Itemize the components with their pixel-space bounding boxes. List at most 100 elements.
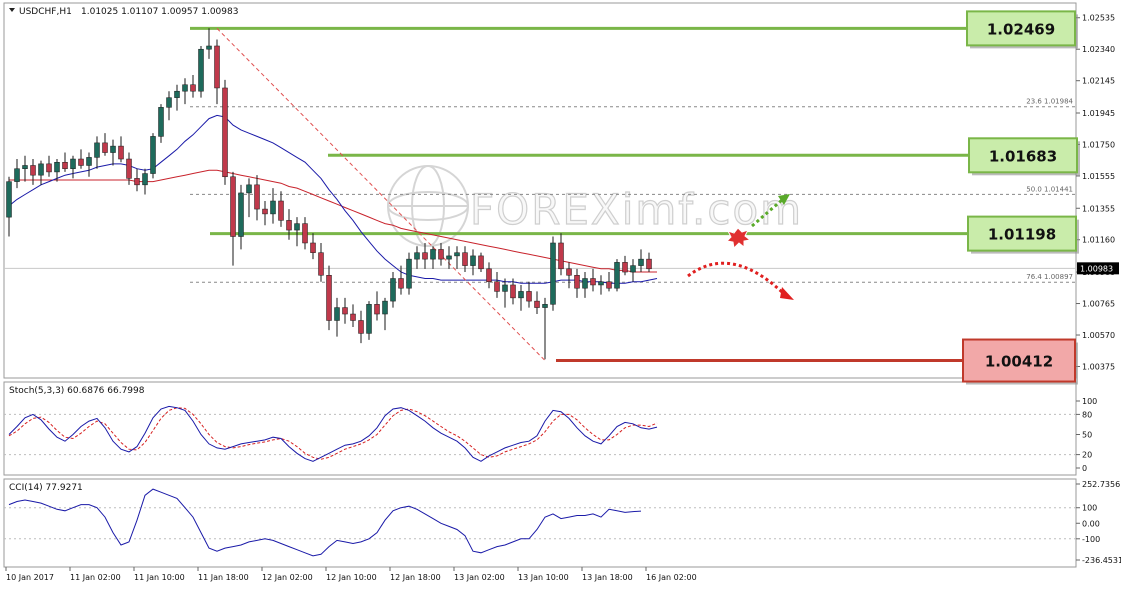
candle-body bbox=[494, 281, 500, 292]
candle-body bbox=[94, 142, 100, 158]
candle-body bbox=[518, 291, 524, 299]
cci-axis-label: -236.4531 bbox=[1082, 556, 1121, 565]
time-axis-label: 13 Jan 02:00 bbox=[454, 573, 505, 582]
candle-body bbox=[342, 307, 348, 315]
cci-axis-label: 0.00 bbox=[1082, 519, 1100, 528]
candle-body bbox=[214, 45, 220, 89]
candle-body bbox=[478, 255, 484, 270]
chart-canvas[interactable]: FOREXimf.com 1.025351.023401.021451.0194… bbox=[0, 0, 1121, 588]
candle-body bbox=[246, 184, 252, 194]
key-level-label: 1.01198 bbox=[988, 226, 1056, 244]
key-level-label: 1.01683 bbox=[989, 147, 1057, 165]
candle-body bbox=[182, 84, 188, 92]
candle-body bbox=[118, 145, 124, 160]
stochastic-axis-label: 0 bbox=[1082, 464, 1087, 473]
candle-body bbox=[406, 258, 412, 289]
candle-body bbox=[438, 249, 444, 260]
candle-body bbox=[150, 136, 156, 174]
price-axis-label: 1.00765 bbox=[1082, 300, 1115, 309]
current-price-label: 1.00983 bbox=[1080, 264, 1113, 273]
ohlc-label: 1.01025 1.01107 1.00957 1.00983 bbox=[81, 7, 238, 17]
key-level-label: 1.02469 bbox=[987, 20, 1055, 38]
candle-body bbox=[390, 278, 396, 302]
candle-body bbox=[590, 278, 596, 286]
stochastic-title: Stoch(5,3,3) 60.6876 66.7998 bbox=[9, 386, 145, 396]
price-axis-label: 1.02340 bbox=[1082, 45, 1115, 54]
fib-level-label: 23.6 1.01984 bbox=[1026, 98, 1073, 106]
candle-body bbox=[462, 252, 468, 266]
candle-body bbox=[158, 107, 164, 137]
candle-body bbox=[374, 304, 380, 315]
candle-body bbox=[638, 258, 644, 266]
candle-body bbox=[14, 168, 20, 182]
candle-body bbox=[278, 200, 284, 221]
stochastic-axis-label: 20 bbox=[1082, 451, 1092, 460]
time-axis-label: 11 Jan 18:00 bbox=[198, 573, 249, 582]
chart-window[interactable]: FOREXimf.com 1.02535 1.02340 1.02145 1.0194… bbox=[0, 0, 1121, 588]
stochastic-axis-label: 50 bbox=[1082, 431, 1092, 440]
candle-body bbox=[326, 275, 332, 321]
cci-title: CCI(14) 77.9271 bbox=[9, 483, 83, 493]
candle-body bbox=[414, 252, 420, 260]
candle-body bbox=[574, 275, 580, 289]
candle-body bbox=[206, 45, 212, 50]
candle-body bbox=[598, 281, 604, 286]
candle-body bbox=[134, 178, 140, 186]
candle-body bbox=[542, 304, 548, 308]
price-axis-label: 1.01160 bbox=[1082, 236, 1115, 245]
stochastic-axis-label: 100 bbox=[1082, 397, 1097, 406]
fib-level-label: 50.0 1.01441 bbox=[1026, 185, 1073, 193]
candle-body bbox=[614, 262, 620, 289]
symbol-label: USDCHF,H1 bbox=[19, 7, 72, 17]
candle-body bbox=[454, 252, 460, 257]
time-axis-label: 16 Jan 02:00 bbox=[646, 573, 697, 582]
price-axis-label: 1.01355 bbox=[1082, 204, 1115, 213]
candle-body bbox=[646, 258, 652, 270]
candle-body bbox=[78, 158, 84, 166]
candle-body bbox=[558, 242, 564, 270]
price-axis-label: 1.00570 bbox=[1082, 331, 1115, 340]
candle-body bbox=[430, 249, 436, 260]
time-axis-label: 12 Jan 18:00 bbox=[390, 573, 441, 582]
stochastic-axis-label: 80 bbox=[1082, 410, 1092, 419]
candle-body bbox=[142, 173, 148, 186]
candle-body bbox=[190, 84, 196, 92]
candle-body bbox=[366, 304, 372, 334]
price-axis-label: 1.02145 bbox=[1082, 77, 1115, 86]
candle-body bbox=[350, 313, 356, 321]
candle-body bbox=[198, 48, 204, 92]
candle-body bbox=[358, 320, 364, 334]
candle-body bbox=[22, 165, 28, 169]
stochastic-panel-frame bbox=[3, 381, 1077, 476]
time-axis-label: 10 Jan 2017 bbox=[6, 573, 54, 582]
candle-body bbox=[6, 181, 12, 218]
candle-body bbox=[582, 278, 588, 289]
candle-body bbox=[270, 200, 276, 215]
candle-body bbox=[302, 223, 308, 244]
time-axis-label: 11 Jan 10:00 bbox=[134, 573, 185, 582]
price-axis-label: 1.01945 bbox=[1082, 109, 1115, 118]
candle-body bbox=[622, 262, 628, 273]
candle-body bbox=[38, 163, 44, 176]
candle-body bbox=[294, 223, 300, 231]
price-axis-label: 1.02535 bbox=[1082, 14, 1115, 23]
candle-body bbox=[606, 281, 612, 289]
candle-body bbox=[486, 268, 492, 282]
time-axis-label: 12 Jan 02:00 bbox=[262, 573, 313, 582]
candle-body bbox=[566, 268, 572, 276]
candle-body bbox=[422, 252, 428, 260]
candle-body bbox=[230, 176, 236, 237]
candle-body bbox=[470, 255, 476, 266]
candle-body bbox=[54, 161, 60, 173]
candle-body bbox=[46, 163, 52, 173]
time-axis: 10 Jan 2017 11 Jan 02:00 11 Jan 10:00 11 Ja… bbox=[5, 567, 697, 582]
candle-body bbox=[550, 242, 556, 305]
cci-axis-label: -100 bbox=[1082, 535, 1100, 544]
price-axis-label: 1.01750 bbox=[1082, 140, 1115, 149]
candle-body bbox=[502, 284, 508, 292]
candle-body bbox=[286, 220, 292, 231]
candle-body bbox=[446, 255, 452, 260]
cci-axis-label: 252.7356 bbox=[1082, 480, 1120, 489]
candle-body bbox=[254, 184, 260, 210]
candle-body bbox=[102, 142, 108, 153]
